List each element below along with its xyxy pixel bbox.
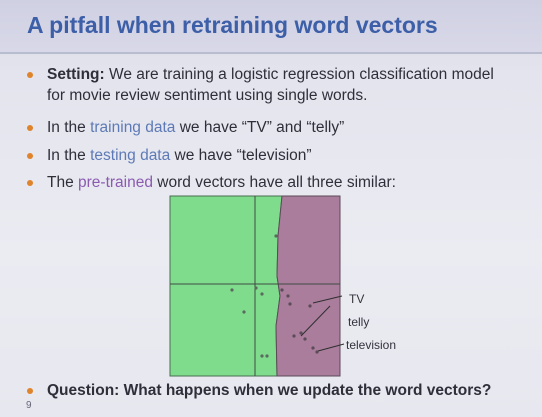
bullet-text: word vectors have all three similar: (152, 174, 396, 191)
bullet-text: In the (47, 119, 91, 136)
slide: A pitfall when retraining word vectors S… (0, 0, 542, 417)
data-point (254, 286, 258, 290)
title-bar: A pitfall when retraining word vectors (0, 0, 542, 52)
data-point (274, 234, 278, 238)
bullet-dot (27, 72, 33, 78)
data-point (242, 310, 246, 314)
pretrained-highlight: pre-trained (78, 174, 153, 191)
bullet-dot (27, 180, 33, 186)
classifier-region-right (275, 195, 341, 377)
data-point (280, 288, 284, 292)
testing-data-highlight: testing data (90, 147, 171, 164)
title-divider (0, 52, 542, 54)
data-point (288, 302, 292, 306)
classifier-region-left (169, 195, 283, 377)
slide-number: 9 (26, 400, 32, 411)
bullet-dot (27, 125, 33, 131)
setting-label: Setting: (47, 66, 105, 83)
data-point (292, 334, 296, 338)
data-point (311, 346, 315, 350)
bullet-dot (27, 388, 33, 394)
bullet-text: we have “television” (170, 147, 312, 164)
word-vector-plot (169, 195, 345, 377)
label-television: television (346, 338, 397, 352)
bullet-text: In the (47, 147, 91, 164)
slide-title: A pitfall when retraining word vectors (27, 12, 438, 38)
setting-text-line2: for movie review sentiment using single … (47, 87, 368, 104)
question-text: Question: What happens when we update th… (47, 382, 492, 399)
bullet-text: The (47, 174, 79, 191)
data-point (260, 354, 264, 358)
data-point (230, 288, 234, 292)
bullet-text: we have “TV” and “telly” (175, 119, 345, 136)
data-point (308, 304, 312, 308)
label-tv: TV (349, 292, 365, 306)
label-telly: telly (348, 315, 370, 329)
training-data-highlight: training data (90, 119, 176, 136)
data-point (299, 331, 303, 335)
data-point (260, 292, 264, 296)
setting-text-line1: We are training a logistic regression cl… (104, 66, 494, 83)
bullet-dot (27, 153, 33, 159)
data-point (303, 337, 307, 341)
data-point (286, 294, 290, 298)
data-point (265, 354, 269, 358)
